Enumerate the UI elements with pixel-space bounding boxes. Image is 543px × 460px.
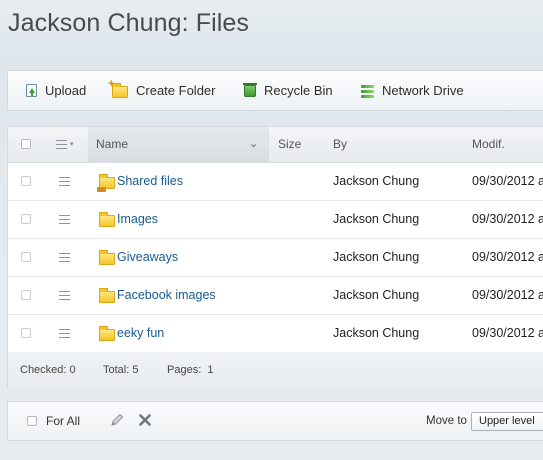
file-name-link[interactable]: Shared files	[117, 163, 183, 200]
recycle-bin-label: Recycle Bin	[264, 83, 333, 98]
page-count: Pages: 1	[167, 364, 214, 376]
move-to-select[interactable]: Upper level	[471, 412, 543, 431]
file-name-link[interactable]: Giveaways	[117, 239, 178, 276]
checked-count: Checked: 0	[20, 364, 76, 376]
table-row[interactable]: Giveaways Jackson Chung 09/30/2012 at	[8, 239, 543, 277]
network-drive-label: Network Drive	[382, 83, 464, 98]
table-row[interactable]: Images Jackson Chung 09/30/2012 at	[8, 201, 543, 239]
column-header-size[interactable]: Size	[278, 127, 301, 162]
table-row[interactable]: Facebook images Jackson Chung 09/30/2012…	[8, 277, 543, 315]
move-to-selected-value: Upper level	[479, 415, 535, 427]
chevron-down-icon[interactable]: ⌄	[249, 127, 258, 162]
upload-icon	[26, 84, 37, 97]
for-all-checkbox[interactable]	[27, 416, 37, 426]
toolbar: Upload Create Folder Recycle Bin Network…	[7, 70, 543, 111]
upload-label: Upload	[45, 83, 87, 98]
row-checkbox[interactable]	[21, 176, 31, 186]
file-owner: Jackson Chung	[333, 174, 420, 188]
dropdown-caret-icon: ▾	[70, 141, 74, 148]
file-modified: 09/30/2012 at	[472, 250, 543, 264]
for-all-label: For All	[46, 414, 81, 428]
file-modified: 09/30/2012 at	[472, 326, 543, 340]
folder-icon	[99, 212, 115, 227]
create-folder-label: Create Folder	[136, 83, 216, 98]
new-folder-icon	[108, 78, 128, 98]
network-drive-button[interactable]: Network Drive	[360, 71, 464, 110]
table-footer: Checked: 0 Total: 5 Pages: 1	[8, 352, 543, 388]
network-drive-icon	[360, 84, 374, 98]
file-name-link[interactable]: Images	[117, 201, 158, 238]
file-owner: Jackson Chung	[333, 288, 420, 302]
files-table: ▾ Name ⌄ Size By Modif. Shared files Jac…	[7, 126, 543, 388]
row-menu-icon[interactable]	[59, 215, 70, 224]
row-menu-icon[interactable]	[59, 291, 70, 300]
edit-pencil-icon[interactable]	[109, 412, 125, 428]
folder-icon	[99, 250, 115, 265]
delete-x-icon[interactable]	[138, 412, 152, 428]
row-checkbox[interactable]	[21, 214, 31, 224]
recycle-bin-icon	[243, 82, 257, 97]
column-header-name[interactable]: Name	[96, 127, 128, 162]
create-folder-button[interactable]: Create Folder	[108, 71, 216, 110]
table-row[interactable]: eeky fun Jackson Chung 09/30/2012 at	[8, 315, 543, 353]
column-header-modified[interactable]: Modif.	[472, 127, 505, 162]
column-menu-button[interactable]: ▾	[56, 127, 82, 162]
row-checkbox[interactable]	[21, 328, 31, 338]
file-owner: Jackson Chung	[333, 326, 420, 340]
file-modified: 09/30/2012 at	[472, 174, 543, 188]
table-header: ▾ Name ⌄ Size By Modif.	[8, 127, 543, 163]
move-to-label: Move to	[426, 415, 467, 427]
file-owner: Jackson Chung	[333, 212, 420, 226]
folder-icon	[99, 288, 115, 303]
shared-badge-icon	[97, 187, 106, 192]
recycle-bin-button[interactable]: Recycle Bin	[243, 71, 333, 110]
row-menu-icon[interactable]	[59, 253, 70, 262]
file-name-link[interactable]: Facebook images	[117, 277, 216, 314]
file-owner: Jackson Chung	[333, 250, 420, 264]
upload-button[interactable]: Upload	[26, 71, 86, 110]
file-modified: 09/30/2012 at	[472, 212, 543, 226]
table-row[interactable]: Shared files Jackson Chung 09/30/2012 at	[8, 163, 543, 201]
column-header-by[interactable]: By	[333, 127, 347, 162]
page-title: Jackson Chung: Files	[8, 9, 250, 37]
total-count: Total: 5	[103, 364, 139, 376]
bulk-actions-bar: For All Move to Upper level	[7, 401, 543, 441]
file-modified: 09/30/2012 at	[472, 288, 543, 302]
file-name-link[interactable]: eeky fun	[117, 315, 164, 352]
row-menu-icon[interactable]	[59, 177, 70, 186]
folder-icon	[99, 326, 115, 341]
list-menu-icon	[56, 140, 67, 149]
row-menu-icon[interactable]	[59, 329, 70, 338]
row-checkbox[interactable]	[21, 252, 31, 262]
select-all-checkbox[interactable]	[21, 139, 31, 149]
row-checkbox[interactable]	[21, 290, 31, 300]
